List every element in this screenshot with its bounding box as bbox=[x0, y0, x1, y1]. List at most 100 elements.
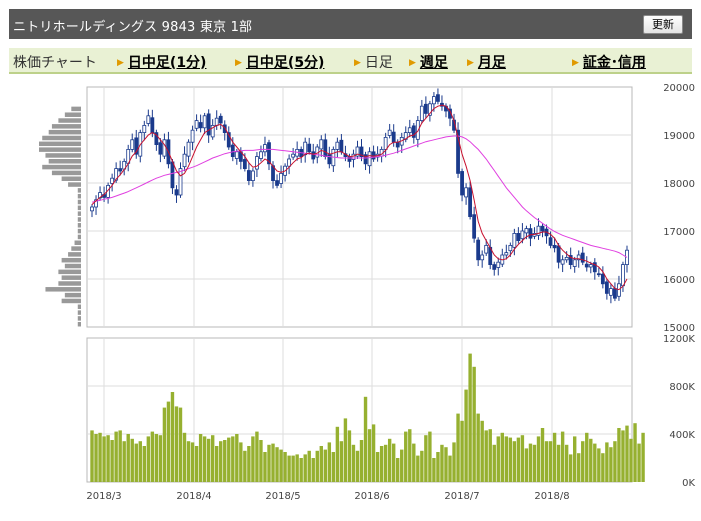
volume-bar bbox=[331, 452, 336, 482]
volume-profile-bar bbox=[77, 193, 81, 199]
candle-body bbox=[339, 139, 344, 153]
candle-body bbox=[335, 141, 340, 150]
volume-bar bbox=[577, 453, 581, 482]
volume-bar bbox=[182, 432, 187, 482]
volume-bar bbox=[279, 449, 283, 482]
volume-bar bbox=[508, 437, 513, 482]
volume-bar bbox=[387, 438, 392, 482]
volume-bar bbox=[585, 432, 589, 482]
candle-body bbox=[214, 117, 219, 126]
volume-bar bbox=[291, 455, 295, 482]
volume-bar bbox=[480, 420, 484, 482]
volume-bar bbox=[130, 438, 134, 482]
volume-bar bbox=[416, 455, 420, 482]
price-tick-label: 16000 bbox=[663, 275, 695, 286]
candle-body bbox=[524, 228, 529, 234]
candle-body bbox=[255, 156, 259, 170]
candle-body bbox=[564, 256, 569, 261]
volume-profile-bar bbox=[77, 321, 81, 327]
volume-bar bbox=[641, 432, 645, 482]
volume-bar bbox=[231, 436, 235, 482]
candle-body bbox=[407, 127, 412, 134]
volume-bar bbox=[363, 396, 368, 482]
volume-bar bbox=[110, 440, 114, 482]
volume-bar bbox=[404, 431, 408, 482]
volume-profile-bar bbox=[51, 170, 81, 176]
volume-bar bbox=[500, 432, 504, 482]
candle-body bbox=[596, 273, 601, 276]
volume-bar bbox=[597, 448, 601, 482]
candle-body bbox=[351, 153, 356, 160]
volume-bar bbox=[552, 432, 557, 482]
candle-body bbox=[552, 244, 557, 249]
volume-profile-bar bbox=[58, 118, 81, 123]
volume-bar bbox=[106, 435, 110, 482]
volume-bar bbox=[436, 452, 440, 482]
volume-bar bbox=[150, 431, 155, 482]
volume-bar bbox=[118, 430, 122, 482]
candle-body bbox=[516, 232, 521, 241]
candle-body bbox=[432, 96, 436, 105]
candle-body bbox=[556, 245, 561, 263]
candle-body bbox=[604, 281, 609, 294]
volume-bar bbox=[295, 454, 299, 482]
candle-body bbox=[560, 259, 565, 265]
volume-bar bbox=[564, 444, 569, 482]
volume-bar bbox=[412, 443, 416, 482]
volume-bar bbox=[223, 440, 227, 482]
volume-bar bbox=[400, 449, 404, 482]
candle-body bbox=[464, 187, 468, 198]
volume-profile-bar bbox=[61, 257, 81, 263]
volume-bar bbox=[215, 446, 219, 482]
candle-body bbox=[194, 120, 199, 129]
volume-bar bbox=[239, 442, 243, 482]
volume-bar bbox=[174, 406, 179, 482]
volume-bar bbox=[605, 442, 609, 482]
candle-body bbox=[588, 264, 593, 268]
volume-bar bbox=[154, 434, 159, 482]
volume-profile-bar bbox=[77, 310, 81, 315]
volume-bar bbox=[315, 450, 319, 482]
volume-bar bbox=[484, 430, 488, 482]
volume-profile-bar bbox=[68, 252, 81, 257]
volume-bar bbox=[472, 366, 476, 482]
x-tick-label: 2018/4 bbox=[176, 491, 211, 502]
candle-body bbox=[230, 144, 235, 158]
volume-bar bbox=[609, 447, 613, 482]
volume-bar bbox=[424, 435, 428, 482]
candle-body bbox=[198, 122, 203, 129]
volume-bar bbox=[432, 458, 436, 482]
volume-profile-bar bbox=[39, 141, 81, 147]
price-tick-label: 15000 bbox=[663, 323, 695, 334]
candle-body bbox=[190, 129, 195, 143]
candle-body bbox=[520, 230, 525, 240]
volume-profile-bar bbox=[77, 217, 81, 222]
candle-body bbox=[234, 151, 239, 159]
volume-bar bbox=[271, 443, 275, 482]
candle-body bbox=[613, 288, 617, 299]
volume-bar bbox=[367, 429, 372, 482]
candle-body bbox=[476, 239, 481, 261]
volume-profile-bar bbox=[77, 304, 81, 310]
volume-bar bbox=[420, 450, 424, 482]
volume-bar bbox=[496, 436, 500, 482]
volume-bar bbox=[589, 438, 593, 482]
volume-profile-bar bbox=[39, 147, 81, 152]
volume-bar bbox=[343, 418, 348, 482]
price-panel bbox=[86, 86, 633, 328]
volume-bar bbox=[114, 431, 118, 482]
volume-bar bbox=[227, 437, 231, 482]
volume-profile-bar bbox=[48, 159, 81, 164]
volume-bar bbox=[371, 424, 376, 482]
volume-bar bbox=[275, 447, 279, 482]
volume-bar bbox=[536, 436, 541, 482]
volume-bar bbox=[243, 450, 247, 482]
volume-bar bbox=[162, 407, 167, 482]
volume-bar bbox=[556, 444, 561, 482]
candle-body bbox=[130, 139, 135, 150]
volume-profile-bar bbox=[48, 129, 81, 135]
candle-body bbox=[186, 141, 191, 157]
candle-body bbox=[307, 143, 312, 153]
volume-bar bbox=[572, 436, 577, 482]
candle-body bbox=[540, 225, 545, 232]
